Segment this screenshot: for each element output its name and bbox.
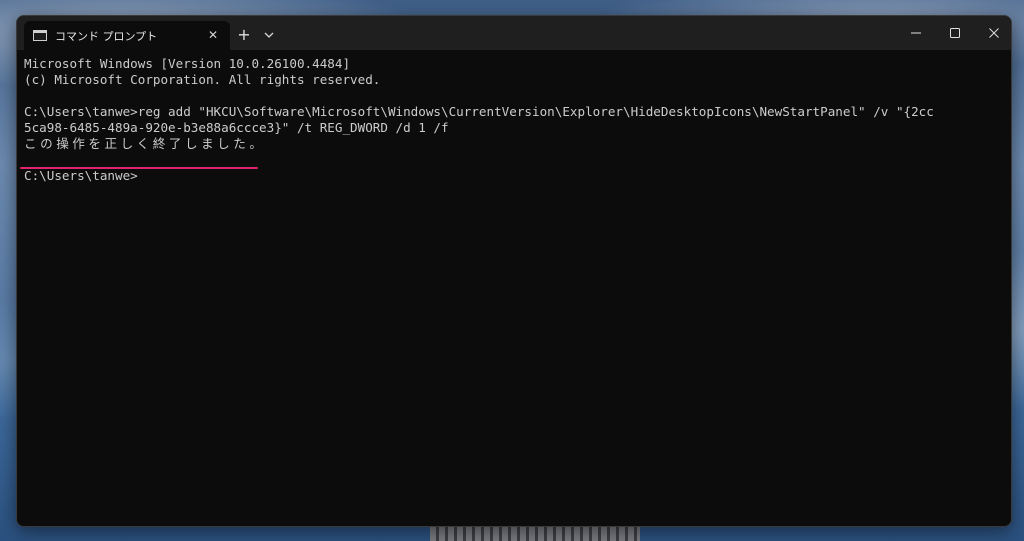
chevron-down-icon (264, 32, 274, 38)
close-icon (989, 28, 999, 38)
terminal-line-command: C:\Users\tanwe>reg add "HKCU\Software\Mi… (24, 104, 934, 119)
maximize-button[interactable] (935, 16, 975, 50)
tab-close-button[interactable]: ✕ (203, 25, 223, 45)
minimize-button[interactable] (896, 16, 936, 50)
terminal-line-success: この操作を正しく終了しました。 (24, 136, 1011, 152)
maximize-icon (950, 28, 960, 38)
terminal-line-copyright: (c) Microsoft Corporation. All rights re… (24, 72, 381, 87)
command-prompt-window: コマンド プロンプト ✕ + Microsoft Windows [Versio… (16, 15, 1012, 527)
terminal-icon (33, 30, 47, 41)
success-message: この操作を正しく終了しました。 (24, 136, 266, 151)
close-button[interactable] (974, 16, 1011, 50)
tab-title: コマンド プロンプト (55, 30, 158, 43)
new-tab-button[interactable]: + (234, 25, 254, 45)
success-message-underline (20, 167, 258, 169)
terminal-output[interactable]: Microsoft Windows [Version 10.0.26100.44… (17, 50, 1011, 526)
minimize-icon (911, 32, 921, 34)
terminal-line-command-wrap: 5ca98-6485-489a-920e-b3e88a6ccce3}" /t R… (24, 120, 449, 135)
tab-command-prompt[interactable]: コマンド プロンプト ✕ (24, 21, 230, 50)
terminal-prompt[interactable]: C:\Users\tanwe> (24, 168, 1011, 184)
tab-dropdown-button[interactable] (259, 25, 279, 45)
title-bar[interactable]: コマンド プロンプト ✕ + (17, 16, 1011, 50)
terminal-line-version: Microsoft Windows [Version 10.0.26100.44… (24, 56, 351, 71)
